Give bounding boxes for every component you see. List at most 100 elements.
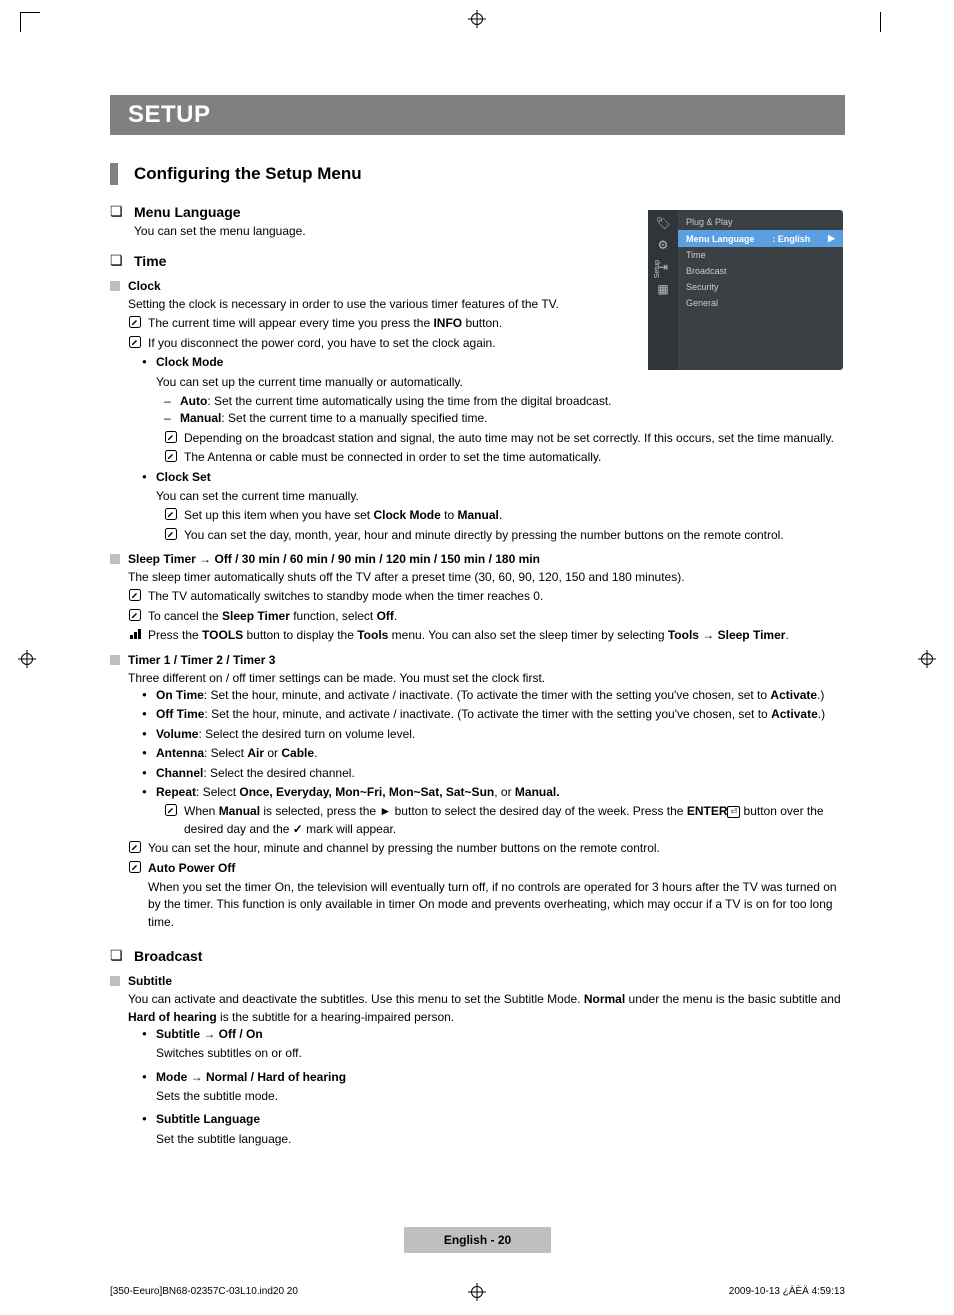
note: Depending on the broadcast station and s… <box>164 430 845 447</box>
note: Set up this item when you have set Clock… <box>164 507 845 524</box>
bullet-desc: You can set the current time manually. <box>156 488 845 505</box>
q-title: Time <box>134 253 166 269</box>
note-text: Depending on the broadcast station and s… <box>184 430 845 447</box>
osd-rotated-label: Setup <box>654 260 661 278</box>
note-text: Auto Power Off <box>148 860 845 877</box>
note: When Manual is selected, press the ► but… <box>164 803 845 838</box>
note: You can set the day, month, year, hour a… <box>164 527 845 544</box>
grid-icon: ▦ <box>657 282 668 296</box>
note: Auto Power Off <box>128 860 845 877</box>
bullet-desc: Set the subtitle language. <box>156 1131 845 1148</box>
crop-mark <box>880 12 881 32</box>
osd-item: Broadcast <box>678 263 843 279</box>
heading-text: Configuring the Setup Menu <box>134 164 362 184</box>
page: SETUP Configuring the Setup Menu ❏ Menu … <box>0 0 954 1315</box>
osd-item: Menu Language: English▶ <box>678 230 843 247</box>
pencil-note-icon <box>164 527 178 544</box>
tag-icon: 🏷 <box>655 216 670 230</box>
note: The TV automatically switches to standby… <box>128 588 845 605</box>
pencil-note-icon <box>128 315 142 332</box>
bullet: Off Time: Set the hour, minute, and acti… <box>142 706 845 723</box>
pencil-note-icon <box>128 335 142 352</box>
broadcast-section: ❏ Broadcast <box>110 947 845 964</box>
sub-desc: The sleep timer automatically shuts off … <box>128 569 845 586</box>
page-number: English - 20 <box>404 1227 551 1253</box>
pencil-note-icon <box>164 430 178 447</box>
q-icon: ❏ <box>110 947 124 964</box>
sub-title: Clock <box>128 279 161 293</box>
bullet: Volume: Select the desired turn on volum… <box>142 726 845 743</box>
footer-line: [350-Eeuro]BN68-02357C-03L10.ind20 20 20… <box>110 1286 845 1297</box>
note: Press the TOOLS button to display the To… <box>128 627 845 644</box>
footer-left: [350-Eeuro]BN68-02357C-03L10.ind20 20 <box>110 1286 298 1297</box>
timer-subsection: Timer 1 / Timer 2 / Timer 3 Three differ… <box>110 653 845 931</box>
pencil-note-icon <box>128 588 142 605</box>
note-text: You can set the hour, minute and channel… <box>148 840 845 857</box>
square-icon <box>110 554 120 564</box>
footer-page-pill: English - 20 <box>110 1227 845 1253</box>
osd-item: Plug & Play <box>678 214 843 230</box>
setup-banner: SETUP <box>110 95 845 135</box>
q-title: Menu Language <box>134 204 241 220</box>
heading-bar <box>110 163 118 185</box>
sub-title: Timer 1 / Timer 2 / Timer 3 <box>128 653 275 667</box>
note-text: The TV automatically switches to standby… <box>148 588 845 605</box>
registration-mark <box>18 650 36 668</box>
sub-desc: You can activate and deactivate the subt… <box>128 991 845 1026</box>
note-text: The Antenna or cable must be connected i… <box>184 449 845 466</box>
bullet: Antenna: Select Air or Cable. <box>142 745 845 762</box>
bullet-desc: You can set up the current time manually… <box>156 374 845 391</box>
bullet-desc: Switches subtitles on or off. <box>156 1045 845 1062</box>
note: You can set the hour, minute and channel… <box>128 840 845 857</box>
q-icon: ❏ <box>110 203 124 220</box>
footer-right: 2009-10-13 ¿ÀÈÄ 4:59:13 <box>729 1286 845 1297</box>
dash-item: Auto: Set the current time automatically… <box>164 393 845 410</box>
note-text: When Manual is selected, press the ► but… <box>184 803 845 838</box>
note-text: Press the TOOLS button to display the To… <box>148 627 845 644</box>
square-icon <box>110 655 120 665</box>
bullet: Mode → Normal / Hard of hearing <box>142 1069 845 1086</box>
pencil-note-icon <box>128 608 142 625</box>
bullet: On Time: Set the hour, minute, and activ… <box>142 687 845 704</box>
subtitle-subsection: Subtitle You can activate and deactivate… <box>110 974 845 1148</box>
sleep-timer-subsection: Sleep Timer → Off / 30 min / 60 min / 90… <box>110 552 845 645</box>
q-icon: ❏ <box>110 252 124 269</box>
note: To cancel the Sleep Timer function, sele… <box>128 608 845 625</box>
registration-mark <box>918 650 936 668</box>
note-text: To cancel the Sleep Timer function, sele… <box>148 608 845 625</box>
gear-icon: ⚙ <box>658 238 669 252</box>
apo-desc: When you set the timer On, the televisio… <box>148 879 845 931</box>
osd-item: Time <box>678 247 843 263</box>
osd-preview: 🏷 ⚙ ⇥ ▦ Setup Plug & PlayMenu Language: … <box>648 210 843 370</box>
pencil-note-icon <box>164 449 178 466</box>
bullet: Repeat: Select Once, Everyday, Mon~Fri, … <box>142 784 845 801</box>
osd-item: General <box>678 295 843 311</box>
sub-desc: Three different on / off timer settings … <box>128 670 845 687</box>
section-heading: Configuring the Setup Menu <box>110 163 845 185</box>
crop-mark <box>20 12 40 32</box>
square-icon <box>110 976 120 986</box>
sub-title: Sleep Timer → Off / 30 min / 60 min / 90… <box>128 552 540 566</box>
registration-mark <box>468 10 486 28</box>
bullet-desc: Sets the subtitle mode. <box>156 1088 845 1105</box>
bullet: Subtitle Language <box>142 1111 845 1128</box>
osd-item: Security <box>678 279 843 295</box>
tools-note-icon <box>128 627 142 644</box>
dash-item: Manual: Set the current time to a manual… <box>164 410 845 427</box>
pencil-note-icon <box>128 860 142 877</box>
osd-list: Plug & PlayMenu Language: English▶TimeBr… <box>678 210 843 370</box>
note-text: Set up this item when you have set Clock… <box>184 507 845 524</box>
pencil-note-icon <box>164 507 178 524</box>
check-icon: ✓ <box>293 821 303 838</box>
square-icon <box>110 281 120 291</box>
sub-title: Subtitle <box>128 974 172 988</box>
note: The Antenna or cable must be connected i… <box>164 449 845 466</box>
bullet: Subtitle → Off / On <box>142 1026 845 1043</box>
enter-icon: ⏎ <box>727 806 740 818</box>
bullet: Channel: Select the desired channel. <box>142 765 845 782</box>
osd-icon-column: 🏷 ⚙ ⇥ ▦ <box>648 210 678 370</box>
pencil-note-icon <box>164 803 178 820</box>
q-title: Broadcast <box>134 948 202 964</box>
note-text: You can set the day, month, year, hour a… <box>184 527 845 544</box>
bullet: Clock Set <box>142 469 845 486</box>
